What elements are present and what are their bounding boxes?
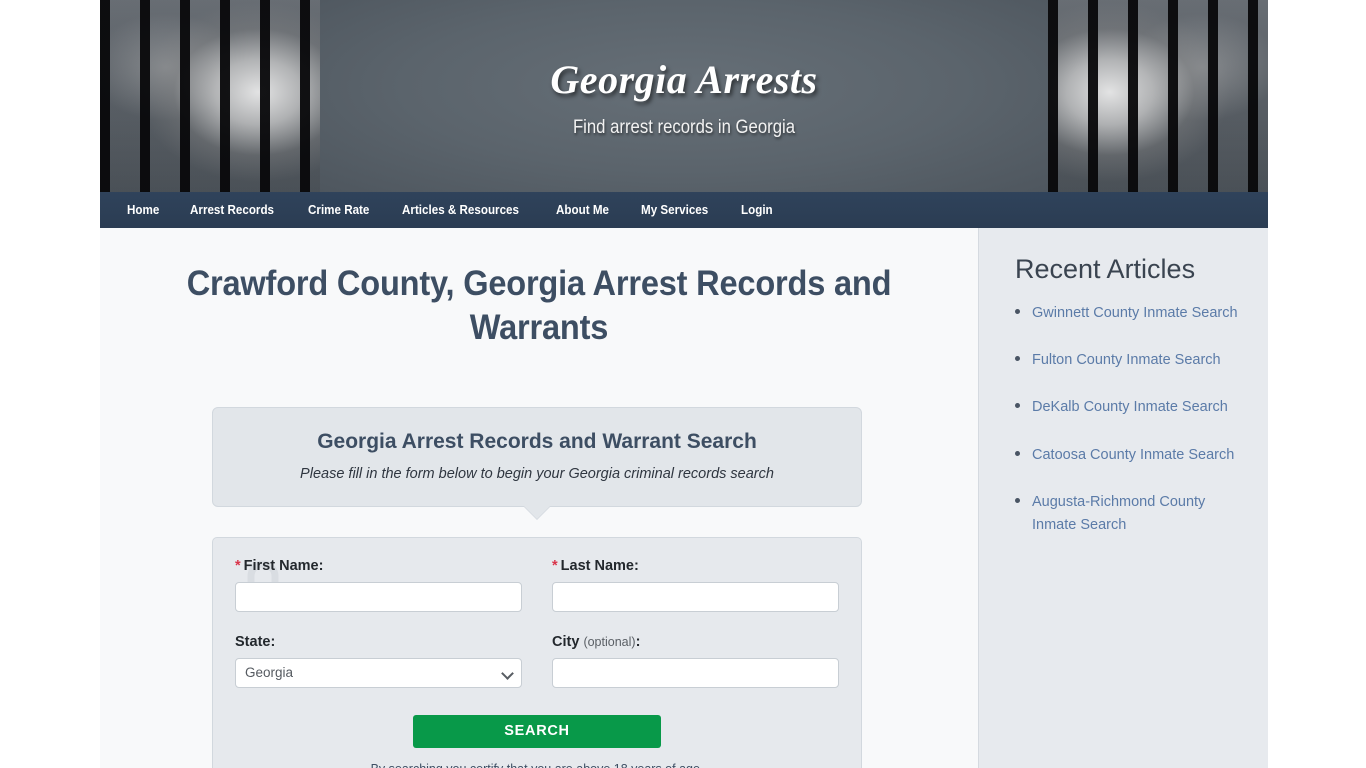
- site-tagline: Find arrest records in Georgia: [572, 117, 796, 138]
- search-callout-box: Georgia Arrest Records and Warrant Searc…: [212, 406, 862, 520]
- list-item: Fulton County Inmate Search: [1015, 348, 1246, 371]
- submit-row: SEARCH: [235, 714, 839, 748]
- first-name-label-text: First Name:: [243, 557, 324, 574]
- age-disclaimer: By searching you certify that you are ab…: [235, 762, 839, 768]
- last-name-label: * Last Name:: [552, 558, 839, 574]
- content-area: Crawford County, Georgia Arrest Records …: [100, 228, 1268, 768]
- nav-item-crime-rate[interactable]: Crime Rate: [295, 192, 382, 228]
- required-asterisk: *: [552, 557, 558, 574]
- callout-subtitle: Please fill in the form below to begin y…: [300, 465, 774, 482]
- form-row-spacer: [235, 612, 839, 634]
- main-column: Crawford County, Georgia Arrest Records …: [100, 228, 978, 768]
- sidebar-article-link-gwinnett[interactable]: Gwinnett County Inmate Search: [1032, 305, 1238, 321]
- city-label: City (optional):: [552, 634, 839, 650]
- form-row-names: * First Name: * Last Name:: [235, 558, 839, 612]
- recent-articles-list: Gwinnett County Inmate Search Fulton Cou…: [1015, 301, 1246, 536]
- sidebar-article-link-fulton[interactable]: Fulton County Inmate Search: [1032, 352, 1221, 368]
- banner-text-block: Georgia Arrests Find arrest records in G…: [100, 0, 1268, 139]
- city-label-text: City: [552, 633, 580, 650]
- nav-item-login[interactable]: Login: [728, 192, 786, 228]
- sidebar-article-link-dekalb[interactable]: DeKalb County Inmate Search: [1032, 399, 1228, 415]
- city-input[interactable]: [552, 657, 839, 688]
- search-button[interactable]: SEARCH: [413, 714, 661, 748]
- state-select[interactable]: Georgia: [235, 657, 522, 688]
- form-row-location: State: Georgia City (optional):: [235, 634, 839, 688]
- sidebar-title: Recent Articles: [1015, 254, 1196, 284]
- list-item: Catoosa County Inmate Search: [1015, 443, 1246, 466]
- nav-item-about-me[interactable]: About Me: [543, 192, 622, 228]
- list-item: Augusta-Richmond County Inmate Search: [1015, 490, 1246, 536]
- nav-item-home[interactable]: Home: [114, 192, 172, 228]
- last-name-input[interactable]: [552, 581, 839, 612]
- main-navigation: Home Arrest Records Crime Rate Articles …: [100, 192, 1268, 228]
- required-asterisk: *: [235, 557, 241, 574]
- first-name-input[interactable]: [235, 581, 522, 612]
- sidebar-article-link-augusta-richmond[interactable]: Augusta-Richmond County Inmate Search: [1032, 494, 1205, 533]
- city-optional-note: (optional): [583, 634, 636, 649]
- nav-item-my-services[interactable]: My Services: [628, 192, 721, 228]
- site-title: Georgia Arrests: [550, 57, 818, 102]
- city-label-colon: :: [635, 633, 641, 650]
- list-item: Gwinnett County Inmate Search: [1015, 301, 1246, 324]
- first-name-group: * First Name:: [235, 558, 522, 612]
- search-form-panel: * First Name: * Last Name: State: Georgi…: [212, 536, 862, 768]
- state-select-wrapper: Georgia: [235, 657, 522, 688]
- page-title: Crawford County, Georgia Arrest Records …: [186, 264, 892, 347]
- site-banner: Georgia Arrests Find arrest records in G…: [100, 0, 1268, 192]
- sidebar: Recent Articles Gwinnett County Inmate S…: [978, 228, 1268, 768]
- site-container: Georgia Arrests Find arrest records in G…: [100, 0, 1268, 768]
- city-group: City (optional):: [552, 634, 839, 688]
- last-name-group: * Last Name:: [552, 558, 839, 612]
- last-name-label-text: Last Name:: [560, 557, 639, 574]
- page-root: Georgia Arrests Find arrest records in G…: [0, 0, 1366, 768]
- list-item: DeKalb County Inmate Search: [1015, 395, 1246, 418]
- state-group: State: Georgia: [235, 634, 522, 688]
- sidebar-article-link-catoosa[interactable]: Catoosa County Inmate Search: [1032, 447, 1234, 463]
- callout-title: Georgia Arrest Records and Warrant Searc…: [317, 429, 757, 453]
- state-label: State:: [235, 633, 276, 650]
- first-name-label: * First Name:: [235, 558, 522, 574]
- nav-item-articles-resources[interactable]: Articles & Resources: [389, 192, 532, 228]
- nav-item-arrest-records[interactable]: Arrest Records: [177, 192, 287, 228]
